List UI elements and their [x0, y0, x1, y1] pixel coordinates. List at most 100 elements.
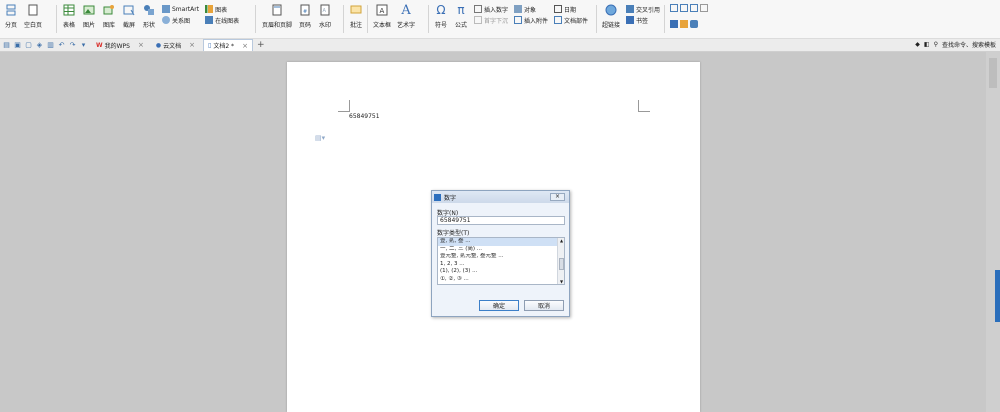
number-icon: [474, 5, 482, 13]
scroll-up-icon[interactable]: ▲: [559, 238, 564, 243]
cross-ref-icon: [626, 5, 635, 13]
table-icon: [62, 3, 76, 17]
tab-document2[interactable]: ▯ 文档2 * ×: [203, 39, 253, 51]
skin-icon[interactable]: ◆: [915, 41, 920, 48]
online-chart-button[interactable]: 在线图表: [205, 15, 239, 25]
close-icon[interactable]: ×: [242, 42, 248, 50]
cancel-button[interactable]: 取消: [524, 300, 564, 311]
svg-text:#: #: [303, 9, 307, 15]
list-item[interactable]: 1, 2, 3 ...: [438, 261, 564, 269]
document-text[interactable]: 65849751: [349, 113, 380, 120]
doc-parts-button[interactable]: 文档部件: [554, 15, 588, 25]
image-icon[interactable]: [670, 20, 678, 28]
list-item[interactable]: 壹元整, 贰元整, 叁元整 ...: [438, 253, 564, 261]
pi-icon: π: [457, 3, 465, 17]
calendar-icon: [554, 5, 563, 13]
close-icon[interactable]: ×: [138, 41, 144, 49]
dialog-titlebar[interactable]: 数字: [432, 191, 569, 203]
header-footer-button[interactable]: 页眉和页脚: [262, 3, 292, 29]
mail-icon[interactable]: [700, 4, 708, 12]
insert-attachment-button[interactable]: 插入附件: [514, 15, 548, 25]
list-item[interactable]: (1), (2), (3) ...: [438, 268, 564, 276]
redo-icon[interactable]: ↷: [68, 41, 77, 50]
export-icon[interactable]: ▥: [46, 41, 55, 50]
tab-my-wps[interactable]: W 我的WPS ×: [92, 39, 148, 51]
chart-icon: [205, 5, 214, 13]
page-number-button[interactable]: # 页码: [298, 3, 312, 29]
symbol-button[interactable]: Ω 符号: [434, 3, 448, 29]
cross-reference-button[interactable]: 交叉引用: [626, 4, 660, 14]
share-icon[interactable]: ◧: [924, 41, 930, 48]
picture-button[interactable]: 图片: [82, 3, 96, 29]
relation-icon: [162, 16, 170, 24]
list-scrollbar[interactable]: ▲ ▼: [557, 238, 564, 284]
ok-button[interactable]: 确定: [479, 300, 519, 311]
margin-corner-top-left: [338, 100, 350, 112]
scrollbar-thumb[interactable]: [989, 58, 997, 88]
print-icon[interactable]: ◈: [35, 41, 44, 50]
tab-bar: ▤ ▣ ▢ ◈ ▥ ↶ ↷ ▾ W 我的WPS × ● 云文档 × ▯ 文档2 …: [0, 39, 1000, 52]
form-icon[interactable]: [690, 4, 698, 12]
shape-button[interactable]: 形状: [142, 3, 156, 29]
number-input[interactable]: 65849751: [437, 216, 565, 225]
gallery-button[interactable]: 图库: [102, 3, 116, 29]
list-item[interactable]: ①, ②, ③ ...: [438, 276, 564, 284]
vertical-scrollbar[interactable]: [986, 52, 1000, 412]
brush-icon[interactable]: [680, 20, 688, 28]
smartart-icon: [162, 5, 170, 13]
ribbon-separator: [596, 5, 597, 33]
close-button[interactable]: ×: [550, 193, 565, 201]
ribbon-group-page: 分页 空白页: [4, 3, 48, 35]
comment-button[interactable]: 批注: [349, 3, 363, 29]
scrollbar-thumb[interactable]: [559, 258, 564, 270]
form-icon[interactable]: [680, 4, 688, 12]
bookmark-button[interactable]: 书签: [626, 15, 660, 25]
textbox-icon: A: [375, 3, 389, 17]
add-tab-button[interactable]: +: [257, 40, 265, 50]
search-icon[interactable]: ⚲: [934, 41, 938, 48]
smartart-button[interactable]: SmartArt: [162, 4, 199, 14]
header-footer-icon: [270, 3, 284, 17]
formula-button[interactable]: π 公式: [454, 3, 468, 29]
list-item[interactable]: 一, 二, 三 (简) ...: [438, 246, 564, 254]
cloud-icon: ●: [155, 41, 162, 49]
undo-icon[interactable]: ↶: [57, 41, 66, 50]
number-dialog: 数字 × 数字(N) 65849751 数字类型(T) 壹, 贰, 叁 ... …: [431, 190, 570, 317]
side-panel-toggle[interactable]: [995, 270, 1000, 322]
dropdown-icon[interactable]: ▾: [79, 41, 88, 50]
command-search-input[interactable]: 查找命令、搜索模板: [942, 40, 996, 49]
object-button[interactable]: 对象: [514, 4, 548, 14]
ribbon-group-insert: 表格 图片 图库 截屏 形状 SmartArt 关系图 图表 在线图表: [62, 3, 245, 35]
picture-icon: [82, 3, 96, 17]
page-break-button[interactable]: 分页: [4, 3, 18, 29]
blank-page-icon: [26, 3, 40, 17]
open-icon[interactable]: ▤: [2, 41, 11, 50]
page-number-icon: #: [298, 3, 312, 17]
ribbon-separator: [343, 5, 344, 33]
lock-icon[interactable]: [690, 20, 698, 28]
bookmark-icon: [626, 16, 635, 24]
save-icon[interactable]: ▣: [13, 41, 22, 50]
print-preview-icon[interactable]: ▢: [24, 41, 33, 50]
watermark-button[interactable]: A 水印: [318, 3, 332, 29]
number-type-list[interactable]: 壹, 贰, 叁 ... 一, 二, 三 (简) ... 壹元整, 贰元整, 叁元…: [437, 237, 565, 285]
ribbon-group-misc: [669, 3, 714, 35]
table-button[interactable]: 表格: [62, 3, 76, 29]
drop-cap-button[interactable]: 首字下沉: [474, 15, 508, 25]
wordart-button[interactable]: A 艺术字: [397, 3, 415, 30]
form-icon[interactable]: [670, 4, 678, 12]
paste-options-icon[interactable]: ▤▾: [315, 134, 325, 142]
blank-page-button[interactable]: 空白页: [24, 3, 42, 29]
relation-chart-button[interactable]: 关系图: [162, 15, 199, 25]
date-button[interactable]: 日期: [554, 4, 588, 14]
insert-number-button[interactable]: 插入数字: [474, 4, 508, 14]
list-item[interactable]: 壹, 贰, 叁 ...: [438, 238, 564, 246]
chart-button[interactable]: 图表: [205, 4, 239, 14]
close-icon[interactable]: ×: [189, 41, 195, 49]
tab-cloud-docs[interactable]: ● 云文档 ×: [152, 39, 199, 51]
ribbon-group-link: 超链接 交叉引用 书签: [602, 3, 666, 35]
hyperlink-button[interactable]: 超链接: [602, 3, 620, 29]
screenshot-button[interactable]: 截屏: [122, 3, 136, 29]
scroll-down-icon[interactable]: ▼: [559, 279, 564, 284]
textbox-button[interactable]: A 文本框: [373, 3, 391, 29]
